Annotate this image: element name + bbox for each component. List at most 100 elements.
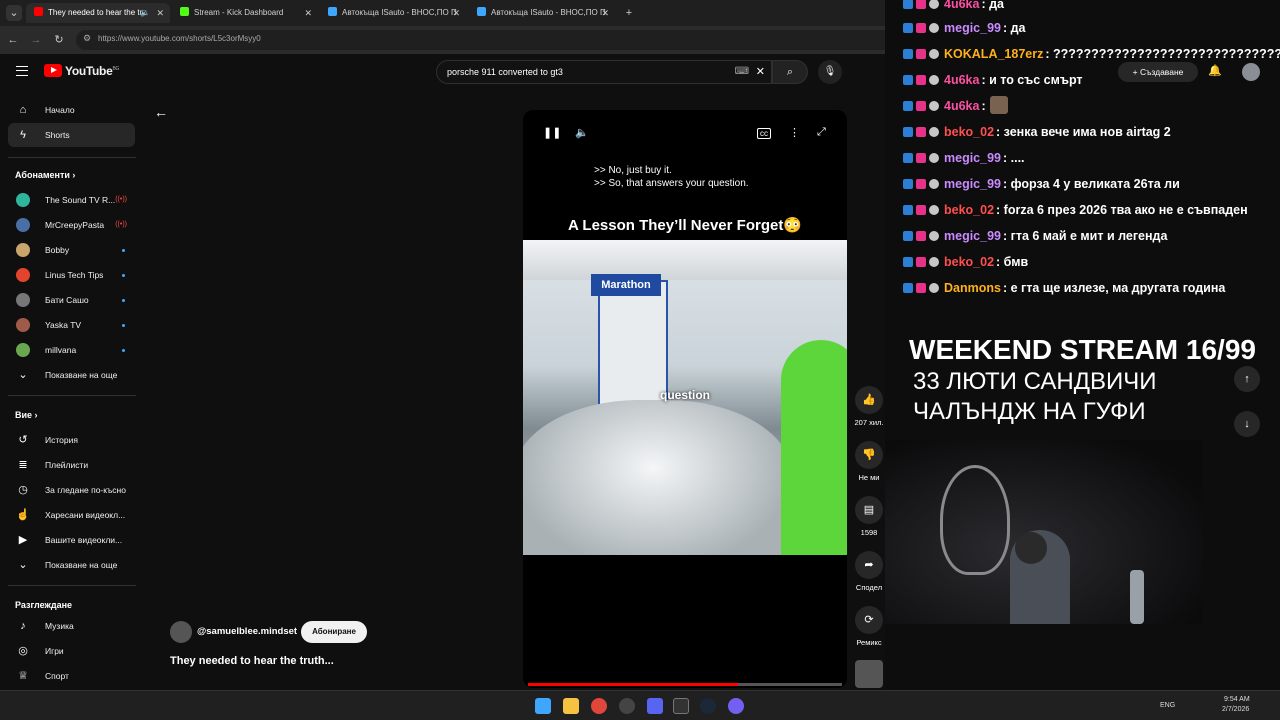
tab-kick[interactable]: Stream - Kick Dashboard ✕ xyxy=(172,3,318,23)
channel-avatar[interactable] xyxy=(170,621,192,643)
close-tab-icon[interactable]: ✕ xyxy=(601,3,609,23)
chat-username[interactable]: beko_02 xyxy=(944,125,994,139)
streamer-head xyxy=(1015,532,1047,564)
share-button[interactable]: ➦ Сподел xyxy=(848,551,890,592)
sidebar-item-watch-later[interactable]: ◷ За гледане по-късно xyxy=(8,478,135,502)
chat-username[interactable]: megic_99 xyxy=(944,177,1001,191)
sidebar-item-subscription[interactable]: millvana xyxy=(8,338,135,362)
steam-icon[interactable] xyxy=(700,698,716,714)
youtube-logo[interactable]: YouTubeBG xyxy=(44,64,119,78)
terminal-icon[interactable] xyxy=(673,698,689,714)
short-title[interactable]: They needed to hear the truth... xyxy=(170,655,334,667)
viber-icon[interactable] xyxy=(728,698,744,714)
language-indicator[interactable]: ENG xyxy=(1160,702,1175,709)
chat-username[interactable]: Danmons xyxy=(944,281,1001,295)
sidebar-item-subscription[interactable]: Бати Сашо xyxy=(8,288,135,312)
video-frame[interactable]: Marathon question xyxy=(523,240,847,555)
dislike-button[interactable]: 👎 Не ми xyxy=(848,441,890,482)
sidebar: ⌂ Начало ϟ Shorts Абонаменти › The Sound T… xyxy=(0,90,144,690)
chat-badge-icon xyxy=(929,101,939,111)
discord-icon[interactable] xyxy=(647,698,663,714)
progress-bar[interactable] xyxy=(528,683,739,686)
voice-search-icon[interactable]: 🎙 xyxy=(818,60,842,84)
tab-isauto-1[interactable]: Автокъща ISauto - ВНОС,ПО П ✕ xyxy=(320,3,466,23)
sidebar-item-history[interactable]: ↺ История xyxy=(8,428,135,452)
keyboard-icon[interactable]: ⌨ xyxy=(735,66,749,77)
more-options-icon[interactable]: ⋮ xyxy=(789,126,800,139)
clock-time[interactable]: 9:54 AM xyxy=(1224,696,1250,703)
sidebar-item-shorts[interactable]: ϟ Shorts xyxy=(8,123,135,147)
shorts-player[interactable]: ❚❚ 🔈 cc ⋮ ⤢ >> No, just buy it. >> So, t… xyxy=(523,110,847,688)
reload-icon[interactable]: ↻ xyxy=(51,32,67,48)
chat-username[interactable]: beko_02 xyxy=(944,255,994,269)
chat-username[interactable]: 4u6ka xyxy=(944,99,979,113)
sidebar-item-subscription[interactable]: Linus Tech Tips xyxy=(8,263,135,287)
sidebar-item-playlists[interactable]: ≣ Плейлисти xyxy=(8,453,135,477)
remix-button[interactable]: ⟳ Ремикс xyxy=(848,606,890,647)
like-button[interactable]: 👍 207 хил. xyxy=(848,386,890,427)
chat-username[interactable]: megic_99 xyxy=(944,151,1001,165)
chat-badge-icon xyxy=(929,23,939,33)
tab-youtube[interactable]: They needed to hear the tru 🔈 ✕ xyxy=(26,3,170,23)
chat-username[interactable]: 4u6ka xyxy=(944,0,979,11)
sidebar-item-sports[interactable]: ♕ Спорт xyxy=(8,664,135,688)
clock-date[interactable]: 2/7/2026 xyxy=(1222,706,1249,713)
user-avatar[interactable] xyxy=(1242,63,1260,81)
subscriptions-heading[interactable]: Абонаменти › xyxy=(15,170,75,180)
sidebar-item-label: За гледане по-късно xyxy=(45,485,126,495)
clear-search-icon[interactable]: ✕ xyxy=(756,65,765,78)
subscribe-button[interactable]: Абониране xyxy=(301,621,367,643)
chat-username[interactable]: KOKALA_187erz xyxy=(944,47,1043,61)
close-tab-icon[interactable]: ✕ xyxy=(452,3,460,23)
sidebar-item-home[interactable]: ⌂ Начало xyxy=(8,98,135,122)
next-short-button[interactable]: ↓ xyxy=(1234,411,1260,437)
divider xyxy=(8,395,136,396)
notifications-bell-icon[interactable]: 🔔 xyxy=(1208,64,1222,77)
back-icon[interactable]: ← xyxy=(5,32,21,48)
obs-icon[interactable] xyxy=(619,698,635,714)
tab-isauto-2[interactable]: Автокъща ISauto - ВНОС,ПО П ✕ xyxy=(469,3,615,23)
show-more-you[interactable]: ⌄ Показване на още xyxy=(8,553,135,577)
sidebar-item-subscription[interactable]: The Sound TV R... ((•)) xyxy=(8,188,135,212)
sidebar-item-music[interactable]: ♪ Музика xyxy=(8,614,135,638)
close-tab-icon[interactable]: ✕ xyxy=(304,3,312,23)
previous-short-button[interactable]: ↑ xyxy=(1234,366,1260,392)
comments-button[interactable]: ▤ 1598 xyxy=(848,496,890,537)
channel-name[interactable]: @samuelblee.mindset xyxy=(197,626,297,637)
sidebar-item-your-videos[interactable]: ▶ Вашите видеокли... xyxy=(8,528,135,552)
search-button[interactable]: ⌕ xyxy=(772,60,808,84)
menu-icon[interactable] xyxy=(16,66,28,76)
chat-message: KOKALA_187erz: ?????????????????????????… xyxy=(903,44,1280,64)
sidebar-item-subscription[interactable]: Yaska TV xyxy=(8,313,135,337)
chat-message: beko_02: зенка вече има нов airtag 2 xyxy=(903,122,1171,142)
show-more-subscriptions[interactable]: ⌄ Показване на още xyxy=(8,363,135,387)
chat-username[interactable]: megic_99 xyxy=(944,229,1001,243)
chat-username[interactable]: 4u6ka xyxy=(944,73,979,87)
sidebar-item-liked-videos[interactable]: ☝ Харесани видеокл... xyxy=(8,503,135,527)
create-button[interactable]: + Създаване xyxy=(1118,62,1198,82)
sound-thumbnail[interactable] xyxy=(848,660,890,688)
file-explorer-icon[interactable] xyxy=(563,698,579,714)
sidebar-item-subscription[interactable]: MrCreepyPasta ((•)) xyxy=(8,213,135,237)
forward-icon[interactable]: → xyxy=(28,32,44,48)
captions-icon[interactable]: cc xyxy=(757,128,771,139)
chevron-down-icon: ⌄ xyxy=(18,559,28,571)
chat-username[interactable]: beko_02 xyxy=(944,203,994,217)
fullscreen-icon[interactable]: ⤢ xyxy=(817,126,826,139)
volume-icon[interactable]: 🔈 xyxy=(575,126,589,139)
back-arrow-icon[interactable]: ← xyxy=(154,104,168,120)
chat-username[interactable]: megic_99 xyxy=(944,21,1001,35)
new-tab-button[interactable]: + xyxy=(621,5,637,21)
site-info-icon[interactable]: ⚙ xyxy=(83,33,91,44)
speaker-icon[interactable]: 🔈 xyxy=(140,3,150,23)
you-heading[interactable]: Вие › xyxy=(15,410,38,420)
address-bar[interactable]: ⚙ https://www.youtube.com/shorts/L5c3orM… xyxy=(76,30,896,50)
sidebar-item-gaming[interactable]: ◎ Игри xyxy=(8,639,135,663)
chrome-icon[interactable] xyxy=(591,698,607,714)
close-tab-icon[interactable]: ✕ xyxy=(156,3,164,23)
windows-start-icon[interactable] xyxy=(535,698,551,714)
tab-list-button[interactable]: ⌄ xyxy=(6,5,22,21)
sidebar-item-subscription[interactable]: Bobby xyxy=(8,238,135,262)
search-input[interactable]: porsche 911 converted to gt3 ⌨ ✕ xyxy=(436,60,772,84)
pause-icon[interactable]: ❚❚ xyxy=(543,126,561,139)
